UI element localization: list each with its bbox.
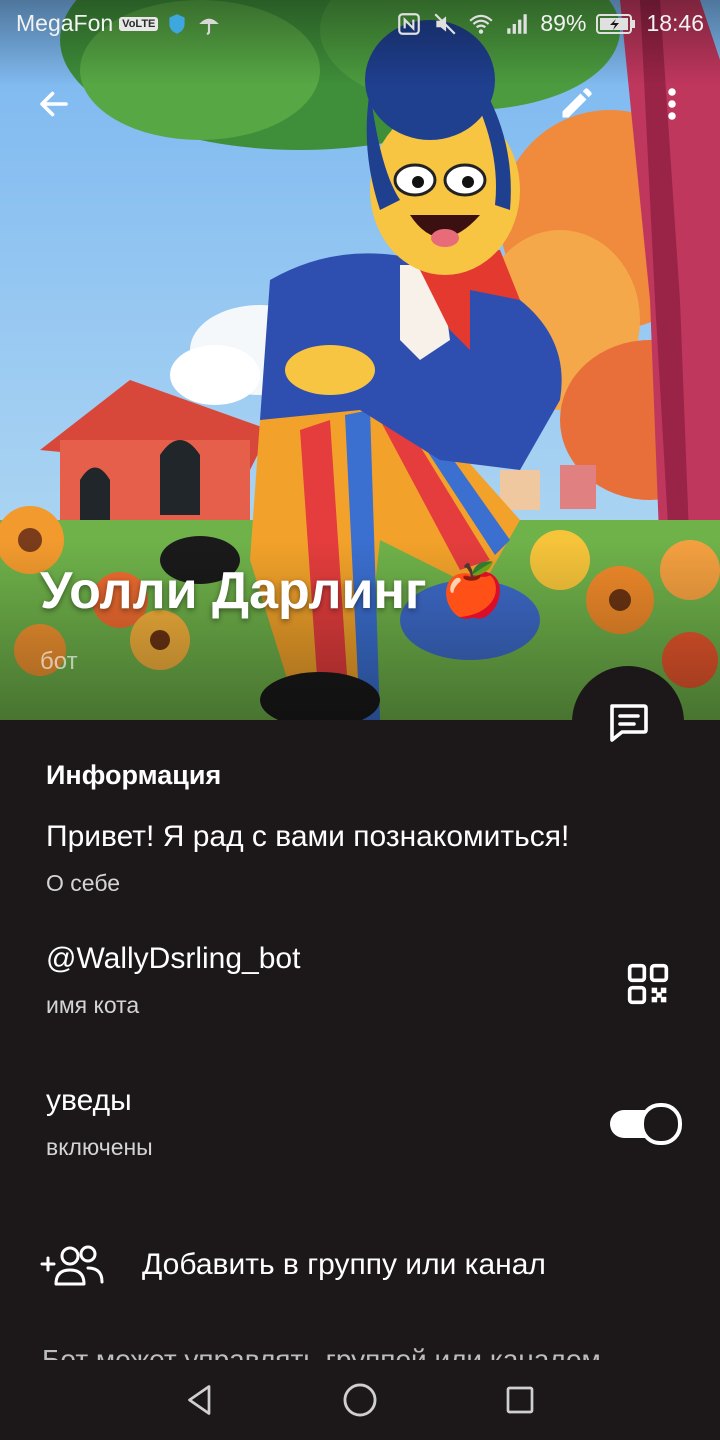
notifications-toggle[interactable] [610,1102,682,1145]
kebab-menu-icon [668,88,676,120]
notifications-text: уведы [46,1084,132,1117]
more-options-button[interactable] [642,74,702,134]
battery-percent: 89% [540,10,587,36]
umbrella-icon [199,18,220,35]
bio-caption: О себе [46,870,121,896]
square-recents-icon [506,1386,534,1414]
message-button[interactable] [572,666,684,778]
signal-icon [507,13,528,34]
add-users-icon [40,1245,104,1286]
toggle-knob [640,1103,682,1145]
pencil-icon [562,88,592,118]
nav-home-button[interactable] [336,1378,384,1422]
system-nav-bar [0,1360,720,1440]
back-button[interactable] [24,74,84,134]
volte-badge: VoLTE [119,16,159,31]
status-bar: MegaFon VoLTE 89% 18:46 [0,0,720,50]
username-text: @WallyDsrling_bot [46,942,301,975]
profile-name: Уолли Дарлинг [40,561,427,620]
status-left: MegaFon VoLTE [16,10,222,37]
notifications-caption: включены [46,1134,153,1160]
shield-icon [169,13,185,34]
bio-text: Привет! Я рад с вами познакомиться! [46,820,570,853]
clock: 18:46 [646,10,704,36]
qr-code-icon[interactable] [626,962,670,1006]
add-to-group-button[interactable]: Добавить в группу или канал [40,1236,680,1296]
profile-subtitle: бот [40,648,78,675]
battery-icon [596,13,636,34]
nav-back-button[interactable] [176,1378,224,1422]
status-right: 89% 18:46 [396,10,704,37]
profile-name-row: Уолли Дарлинг 🍎 [40,560,505,621]
info-section-title: Информация [46,760,222,790]
arrow-left-icon [40,91,68,117]
carrier-name: MegaFon [16,10,114,36]
chat-bubble-icon [610,704,648,742]
nav-recents-button[interactable] [496,1378,544,1422]
nfc-icon [398,12,421,35]
wifi-icon [469,14,493,34]
triangle-back-icon [188,1385,211,1415]
circle-home-icon [343,1383,377,1417]
mute-icon [434,12,456,35]
apple-emoji: 🍎 [440,562,506,620]
profile-photo[interactable]: MegaFon VoLTE 89% 18:46 Уолли Дарлинг 🍎 … [0,0,720,720]
username-caption: имя кота [46,992,140,1018]
add-to-group-label: Добавить в группу или канал [142,1248,546,1281]
edit-button[interactable] [546,74,606,134]
